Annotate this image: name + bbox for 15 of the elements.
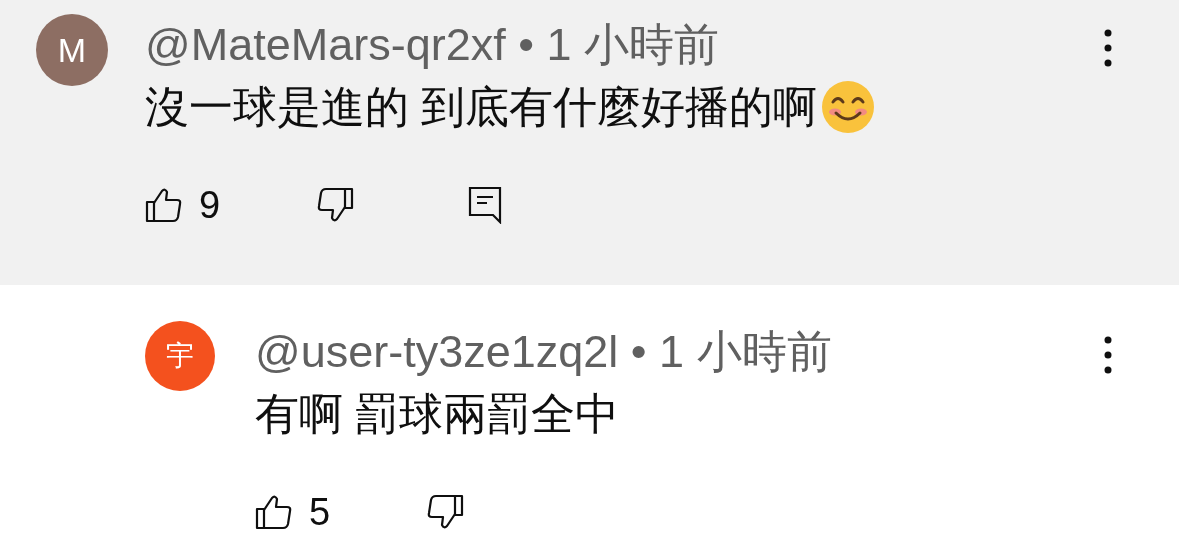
avatar[interactable]: 宇 xyxy=(145,321,215,391)
timestamp: • 1 小時前 xyxy=(629,326,832,377)
timestamp: • 1 小時前 xyxy=(517,19,720,70)
like-count: 5 xyxy=(309,489,332,535)
thumbs-up-icon[interactable] xyxy=(145,187,183,223)
like-count: 9 xyxy=(199,182,222,228)
comment-text: 有啊 罰球兩罰全中 xyxy=(255,388,620,440)
thumbs-down-icon[interactable] xyxy=(426,494,464,530)
username[interactable]: @user-ty3ze1zq2l xyxy=(255,326,619,377)
avatar[interactable]: M xyxy=(36,14,108,86)
reply-icon[interactable] xyxy=(468,186,502,224)
username[interactable]: @MateMars-qr2xf xyxy=(145,19,506,70)
thumbs-up-icon[interactable] xyxy=(255,494,293,530)
thumbs-down-icon[interactable] xyxy=(316,187,354,223)
comment-text: 沒一球是進的 到底有什麼好播的啊 xyxy=(145,81,818,133)
